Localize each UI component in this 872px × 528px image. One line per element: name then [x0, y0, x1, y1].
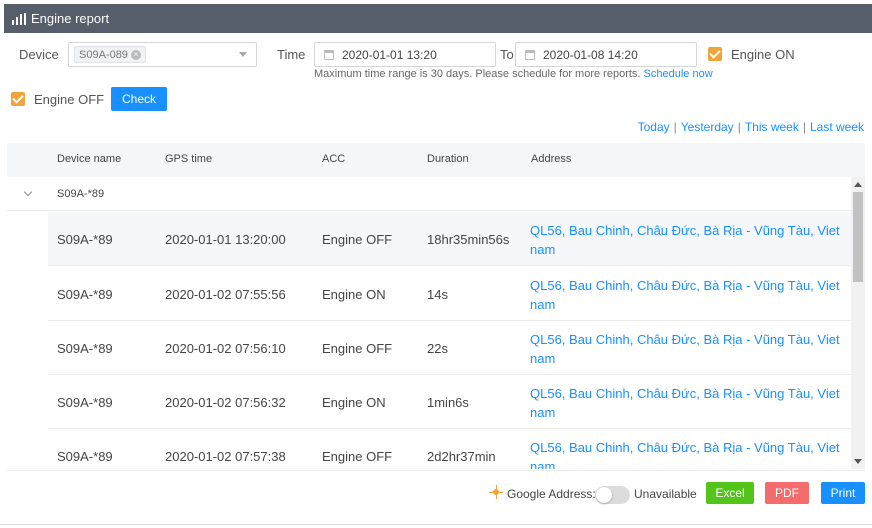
- cell-gps-time: 2020-01-01 13:20:00: [165, 232, 286, 247]
- quick-range-this-week[interactable]: This week: [745, 120, 799, 134]
- lightbulb-icon: [489, 485, 503, 499]
- excel-button[interactable]: Excel: [706, 482, 754, 504]
- time-label: Time: [277, 47, 306, 62]
- check-button[interactable]: Check: [111, 87, 167, 111]
- cell-device: S09A-*89: [57, 449, 113, 464]
- cell-duration: 22s: [427, 341, 448, 356]
- pdf-button[interactable]: PDF: [765, 482, 809, 504]
- bottom-border: [0, 524, 872, 525]
- engine-off-label: Engine OFF: [34, 92, 105, 107]
- start-time-input[interactable]: 2020-01-01 13:20: [314, 42, 496, 67]
- table-body: S09A-*89 S09A-*89 2020-01-01 13:20:00 En…: [7, 177, 851, 469]
- quick-range-links: Today | Yesterday | This week | Last week: [637, 120, 864, 134]
- start-time-value: 2020-01-01 13:20: [342, 47, 437, 62]
- table-row[interactable]: S09A-*89 2020-01-01 13:20:00 Engine OFF …: [48, 212, 851, 266]
- cell-acc: Engine ON: [322, 395, 386, 410]
- column-gps-time[interactable]: GPS time: [165, 153, 212, 165]
- cell-acc: Engine OFF: [322, 449, 393, 464]
- cell-duration: 18hr35min56s: [427, 232, 510, 247]
- cell-duration: 2d2hr37min: [427, 449, 496, 464]
- cell-address-link[interactable]: QL56, Bau Chinh, Châu Đức, Bà Rịa - Vũng…: [530, 221, 840, 259]
- engine-off-checkbox[interactable]: [11, 92, 25, 106]
- scroll-down-icon[interactable]: [854, 459, 862, 464]
- time-range-hint: Maximum time range is 30 days. Please sc…: [314, 68, 713, 80]
- window-title: Engine report: [31, 11, 110, 26]
- scrollbar-thumb[interactable]: [853, 192, 863, 282]
- chevron-down-icon[interactable]: [23, 187, 33, 197]
- calendar-icon: [324, 49, 334, 60]
- device-label: Device: [19, 47, 59, 62]
- table-row[interactable]: S09A-*89 2020-01-02 07:56:10 Engine OFF …: [48, 321, 851, 375]
- google-address-label: Google Address:: [507, 487, 596, 501]
- cell-gps-time: 2020-01-02 07:55:56: [165, 287, 286, 302]
- end-time-input[interactable]: 2020-01-08 14:20: [515, 42, 697, 67]
- quick-range-today[interactable]: Today: [638, 120, 670, 134]
- cell-device: S09A-*89: [57, 287, 113, 302]
- cell-device: S09A-*89: [57, 232, 113, 247]
- chevron-down-icon[interactable]: [239, 52, 247, 57]
- device-tag-text: S09A-089: [79, 48, 128, 61]
- group-row[interactable]: S09A-*89: [7, 177, 851, 211]
- cell-address-link[interactable]: QL56, Bau Chinh, Châu Đức, Bà Rịa - Vũng…: [530, 384, 840, 422]
- cell-gps-time: 2020-01-02 07:56:32: [165, 395, 286, 410]
- engine-on-checkbox[interactable]: [708, 47, 722, 61]
- device-tag: S09A-089 ×: [74, 46, 146, 63]
- device-select[interactable]: S09A-089 ×: [68, 42, 257, 67]
- table-row[interactable]: S09A-*89 2020-01-02 07:57:38 Engine OFF …: [48, 429, 851, 469]
- cell-duration: 1min6s: [427, 395, 469, 410]
- group-name: S09A-*89: [57, 188, 105, 200]
- cell-address-link[interactable]: QL56, Bau Chinh, Châu Đức, Bà Rịa - Vũng…: [530, 438, 840, 469]
- cell-gps-time: 2020-01-02 07:56:10: [165, 341, 286, 356]
- footer-divider: [7, 470, 865, 471]
- end-time-value: 2020-01-08 14:20: [543, 47, 638, 62]
- cell-acc: Engine OFF: [322, 341, 393, 356]
- to-label: To: [500, 47, 514, 62]
- google-address-toggle[interactable]: [595, 486, 630, 504]
- calendar-icon: [525, 49, 535, 60]
- cell-duration: 14s: [427, 287, 448, 302]
- quick-range-yesterday[interactable]: Yesterday: [681, 120, 734, 134]
- scroll-up-icon[interactable]: [854, 182, 862, 187]
- cell-device: S09A-*89: [57, 395, 113, 410]
- print-button[interactable]: Print: [821, 482, 865, 504]
- cell-device: S09A-*89: [57, 341, 113, 356]
- toggle-state-label: Unavailable: [634, 487, 697, 501]
- column-address[interactable]: Address: [531, 153, 571, 165]
- cell-acc: Engine ON: [322, 287, 386, 302]
- column-acc[interactable]: ACC: [322, 153, 345, 165]
- cell-gps-time: 2020-01-02 07:57:38: [165, 449, 286, 464]
- column-duration[interactable]: Duration: [427, 153, 469, 165]
- table-row[interactable]: S09A-*89 2020-01-02 07:55:56 Engine ON 1…: [48, 267, 851, 321]
- hint-text: Maximum time range is 30 days. Please sc…: [314, 68, 641, 80]
- engine-on-label: Engine ON: [731, 47, 795, 62]
- table-row[interactable]: S09A-*89 2020-01-02 07:56:32 Engine ON 1…: [48, 375, 851, 429]
- table-header: Device name GPS time ACC Duration Addres…: [7, 143, 865, 177]
- bar-chart-icon: [12, 12, 26, 25]
- schedule-now-link[interactable]: Schedule now: [644, 68, 713, 80]
- title-bar: Engine report: [4, 4, 872, 33]
- column-device-name[interactable]: Device name: [57, 153, 121, 165]
- cell-acc: Engine OFF: [322, 232, 393, 247]
- quick-range-last-week[interactable]: Last week: [810, 120, 864, 134]
- close-circle-icon[interactable]: ×: [130, 49, 141, 60]
- table-scrollbar[interactable]: [851, 177, 865, 469]
- cell-address-link[interactable]: QL56, Bau Chinh, Châu Đức, Bà Rịa - Vũng…: [530, 330, 840, 368]
- cell-address-link[interactable]: QL56, Bau Chinh, Châu Đức, Bà Rịa - Vũng…: [530, 276, 840, 314]
